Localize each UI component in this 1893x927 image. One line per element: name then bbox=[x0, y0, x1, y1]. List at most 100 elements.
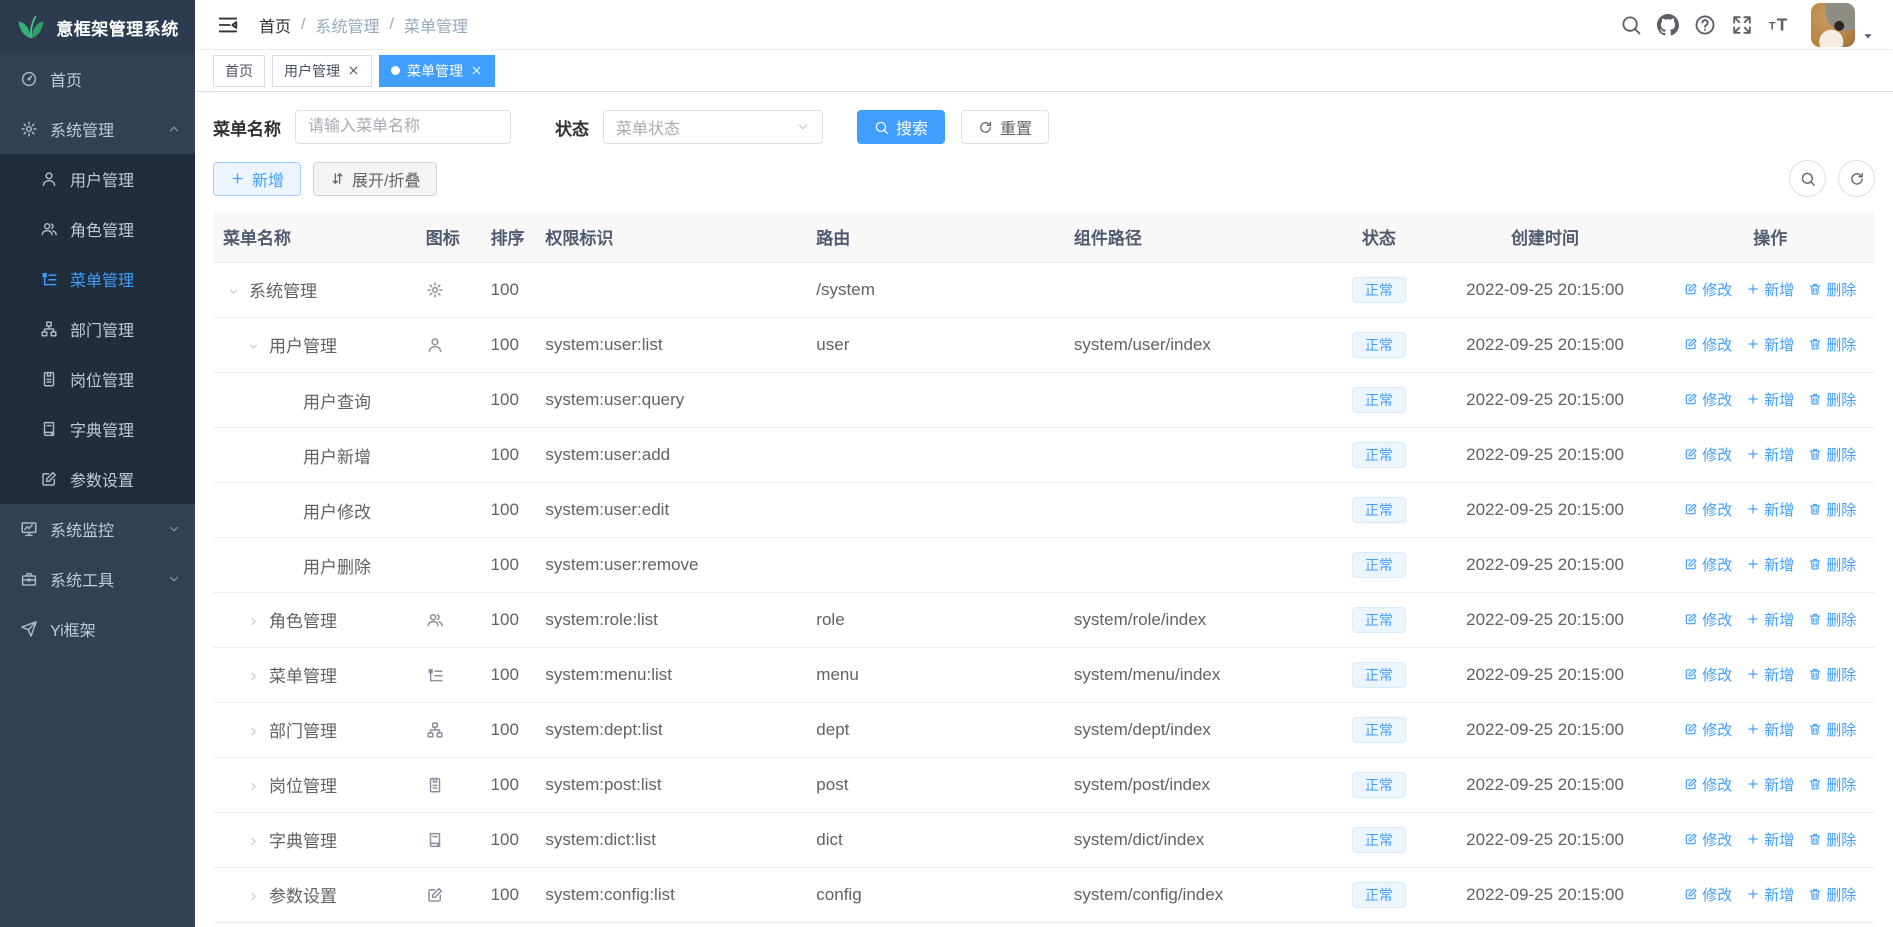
status-select[interactable]: 菜单状态 bbox=[603, 110, 823, 144]
sidebar-item-岗位管理[interactable]: 岗位管理 bbox=[0, 354, 195, 404]
app-logo[interactable]: 意框架管理系统 bbox=[0, 0, 195, 54]
row-edit-button[interactable]: 修改 bbox=[1684, 884, 1732, 905]
refresh-table-button[interactable] bbox=[1838, 160, 1875, 197]
tree-expand-icon[interactable] bbox=[247, 888, 269, 908]
sidebar-item-字典管理[interactable]: 字典管理 bbox=[0, 404, 195, 454]
show-search-button[interactable] bbox=[1789, 160, 1826, 197]
question-icon[interactable] bbox=[1694, 14, 1716, 36]
tree-expand-icon[interactable] bbox=[247, 778, 269, 798]
sidebar-item-首页[interactable]: 首页 bbox=[0, 54, 195, 104]
row-edit-button[interactable]: 修改 bbox=[1684, 554, 1732, 575]
row-delete-button[interactable]: 删除 bbox=[1808, 444, 1856, 465]
row-add-button[interactable]: 新增 bbox=[1746, 444, 1794, 465]
route-cell: user bbox=[806, 318, 1064, 373]
tree-expand-icon[interactable] bbox=[247, 833, 269, 853]
sidebar-item-参数设置[interactable]: 参数设置 bbox=[0, 454, 195, 504]
row-add-button[interactable]: 新增 bbox=[1746, 499, 1794, 520]
tree-expand-icon[interactable] bbox=[247, 723, 269, 743]
sidebar-item-系统管理[interactable]: 系统管理 bbox=[0, 104, 195, 154]
sidebar-item-Yi框架[interactable]: Yi框架 bbox=[0, 604, 195, 654]
tab-首页[interactable]: 首页 bbox=[213, 55, 265, 87]
edit-icon bbox=[1684, 887, 1698, 901]
edit-icon bbox=[1684, 667, 1698, 681]
row-edit-button[interactable]: 修改 bbox=[1684, 499, 1732, 520]
component-value: system/post/index bbox=[1074, 775, 1210, 794]
sidebar-item-用户管理[interactable]: 用户管理 bbox=[0, 154, 195, 204]
menu-name: 用户管理 bbox=[269, 337, 337, 356]
row-add-button[interactable]: 新增 bbox=[1746, 279, 1794, 300]
route-value: /system bbox=[816, 280, 875, 299]
menu-name-label: 菜单名称 bbox=[213, 115, 281, 140]
tree-collapse-icon[interactable] bbox=[247, 338, 269, 358]
tab-用户管理[interactable]: 用户管理 bbox=[272, 55, 372, 87]
table-row: 系统监控99/monitor正常2022-09-25 20:15:00修改新增删… bbox=[213, 923, 1875, 927]
row-edit-button[interactable]: 修改 bbox=[1684, 389, 1732, 410]
row-delete-button[interactable]: 删除 bbox=[1808, 829, 1856, 850]
table-row: 用户查询100system:user:query正常2022-09-25 20:… bbox=[213, 373, 1875, 428]
row-add-button[interactable]: 新增 bbox=[1746, 829, 1794, 850]
row-delete-button[interactable]: 删除 bbox=[1808, 279, 1856, 300]
row-delete-button[interactable]: 删除 bbox=[1808, 334, 1856, 355]
row-delete-button[interactable]: 删除 bbox=[1808, 719, 1856, 740]
row-delete-button[interactable]: 删除 bbox=[1808, 664, 1856, 685]
row-edit-button[interactable]: 修改 bbox=[1684, 279, 1732, 300]
row-edit-button[interactable]: 修改 bbox=[1684, 719, 1732, 740]
tree-expand-icon[interactable] bbox=[247, 668, 269, 688]
status-badge: 正常 bbox=[1352, 387, 1406, 413]
created-cell: 2022-09-25 20:15:00 bbox=[1425, 813, 1666, 868]
row-add-button[interactable]: 新增 bbox=[1746, 334, 1794, 355]
fullscreen-icon[interactable] bbox=[1731, 14, 1753, 36]
created-time: 2022-09-25 20:15:00 bbox=[1466, 500, 1624, 519]
menu-name: 角色管理 bbox=[269, 612, 337, 631]
avatar[interactable] bbox=[1811, 3, 1855, 47]
row-add-button[interactable]: 新增 bbox=[1746, 389, 1794, 410]
menu-name-input[interactable] bbox=[295, 110, 511, 144]
row-delete-button[interactable]: 删除 bbox=[1808, 554, 1856, 575]
row-delete-button[interactable]: 删除 bbox=[1808, 884, 1856, 905]
search-icon[interactable] bbox=[1620, 14, 1642, 36]
reset-button[interactable]: 重置 bbox=[961, 110, 1049, 144]
sidebar-item-系统监控[interactable]: 系统监控 bbox=[0, 504, 195, 554]
row-edit-button[interactable]: 修改 bbox=[1684, 334, 1732, 355]
row-edit-button[interactable]: 修改 bbox=[1684, 829, 1732, 850]
close-icon[interactable] bbox=[347, 64, 360, 77]
breadcrumb-item-菜单管理: 菜单管理 bbox=[404, 13, 468, 37]
row-edit-button[interactable]: 修改 bbox=[1684, 664, 1732, 685]
breadcrumb-item-首页[interactable]: 首页 bbox=[259, 13, 291, 37]
row-add-button[interactable]: 新增 bbox=[1746, 554, 1794, 575]
row-edit-button[interactable]: 修改 bbox=[1684, 444, 1732, 465]
sidebar-item-菜单管理[interactable]: 菜单管理 bbox=[0, 254, 195, 304]
tab-label: 用户管理 bbox=[284, 61, 340, 81]
row-delete-button[interactable]: 删除 bbox=[1808, 499, 1856, 520]
row-add-button[interactable]: 新增 bbox=[1746, 609, 1794, 630]
row-edit-button[interactable]: 修改 bbox=[1684, 609, 1732, 630]
row-delete-button[interactable]: 删除 bbox=[1808, 609, 1856, 630]
row-add-button[interactable]: 新增 bbox=[1746, 774, 1794, 795]
close-icon[interactable] bbox=[470, 64, 483, 77]
row-delete-button[interactable]: 删除 bbox=[1808, 774, 1856, 795]
op-label: 新增 bbox=[1764, 554, 1794, 575]
sidebar-collapse-icon[interactable] bbox=[217, 14, 239, 36]
created-cell: 2022-09-25 20:15:00 bbox=[1425, 703, 1666, 758]
tree-collapse-icon[interactable] bbox=[227, 283, 249, 303]
tree-expand-icon[interactable] bbox=[247, 613, 269, 633]
sidebar-item-系统工具[interactable]: 系统工具 bbox=[0, 554, 195, 604]
add-button[interactable]: 新增 bbox=[213, 162, 301, 196]
font-size-icon[interactable]: TT bbox=[1768, 14, 1790, 36]
ops-cell: 修改新增删除 bbox=[1666, 813, 1875, 868]
row-add-button[interactable]: 新增 bbox=[1746, 664, 1794, 685]
route-cell: dept bbox=[806, 703, 1064, 758]
row-delete-button[interactable]: 删除 bbox=[1808, 389, 1856, 410]
row-edit-button[interactable]: 修改 bbox=[1684, 774, 1732, 795]
row-add-button[interactable]: 新增 bbox=[1746, 719, 1794, 740]
search-button[interactable]: 搜索 bbox=[857, 110, 945, 144]
sidebar-item-角色管理[interactable]: 角色管理 bbox=[0, 204, 195, 254]
expand-collapse-button[interactable]: 展开/折叠 bbox=[313, 162, 437, 196]
tab-菜单管理[interactable]: 菜单管理 bbox=[379, 55, 495, 87]
page-content: 菜单名称 状态 菜单状态 搜索 重置 新增 展 bbox=[195, 92, 1893, 927]
table-row: 用户修改100system:user:edit正常2022-09-25 20:1… bbox=[213, 483, 1875, 538]
github-icon[interactable] bbox=[1657, 14, 1679, 36]
sidebar-item-部门管理[interactable]: 部门管理 bbox=[0, 304, 195, 354]
row-add-button[interactable]: 新增 bbox=[1746, 884, 1794, 905]
user-menu[interactable] bbox=[1811, 3, 1875, 47]
